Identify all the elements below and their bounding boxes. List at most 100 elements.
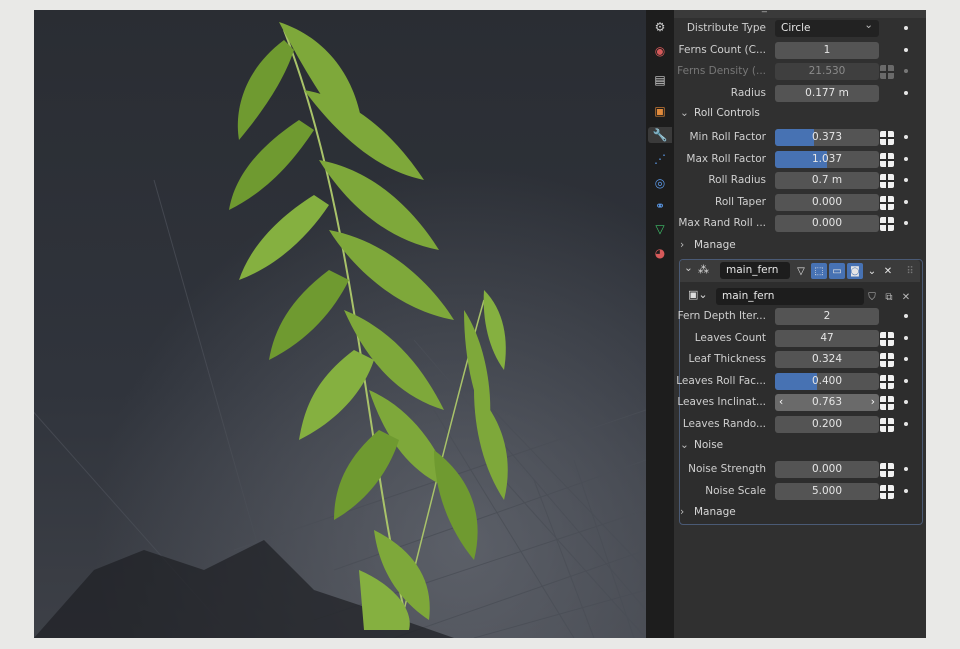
dropdown-icon[interactable]: ⌄	[864, 263, 880, 279]
chevron-down-icon: ⌄	[864, 20, 873, 31]
value-fill	[775, 129, 814, 146]
keyframe-dot-icon[interactable]	[904, 47, 908, 52]
collapse-chevron-icon[interactable]: ⌄	[684, 262, 693, 274]
input-attribute-toggle-icon[interactable]	[880, 152, 894, 167]
keyframe-dot-icon[interactable]	[904, 90, 908, 95]
input-attribute-toggle-icon[interactable]	[880, 374, 894, 389]
noise-header[interactable]: ⌄ Noise	[680, 435, 723, 456]
input-attribute-toggle-icon[interactable]	[880, 131, 894, 145]
distribute-ferns-header[interactable]: distribute_ferns	[674, 10, 926, 18]
keyframe-dot-icon[interactable]	[904, 421, 908, 426]
keyframe-dot-icon[interactable]	[904, 69, 908, 73]
input-attribute-toggle-icon[interactable]	[880, 463, 894, 477]
keyframe-dot-icon[interactable]	[904, 488, 908, 493]
property-number-field[interactable]: 0.000	[775, 193, 879, 211]
keyframe-dot-icon[interactable]	[904, 135, 908, 139]
input-attribute-toggle-icon[interactable]	[880, 417, 894, 432]
keyframe-dot-icon[interactable]	[904, 26, 908, 30]
input-attribute-toggle-icon[interactable]	[880, 484, 894, 499]
duplicate-icon[interactable]: ⧉	[881, 289, 897, 305]
property-label: Distribute Type	[686, 22, 766, 34]
keyframe-dot-icon[interactable]	[904, 178, 908, 182]
input-attribute-toggle-icon[interactable]	[880, 396, 894, 410]
property-value: 0.373	[811, 131, 843, 143]
keyframe-dot-icon[interactable]	[904, 314, 908, 318]
input-attribute-toggle-icon[interactable]	[880, 353, 894, 367]
particles-icon[interactable]: ⋰	[652, 151, 668, 167]
input-attribute-toggle-icon[interactable]	[880, 217, 894, 231]
render-camera-icon[interactable]: ◙	[847, 263, 863, 279]
keyframe-dot-icon[interactable]	[904, 357, 908, 361]
node-tree-icon[interactable]: ▣⌄	[688, 288, 708, 301]
property-number-field[interactable]: 0.000	[775, 215, 879, 232]
keyframe-dot-icon[interactable]	[904, 221, 908, 225]
node-group-field[interactable]: main_fern	[716, 288, 864, 305]
constraints-icon[interactable]: ⚭	[652, 198, 668, 214]
fake-user-shield-icon[interactable]: ⛉	[864, 289, 880, 305]
keyframe-dot-icon[interactable]	[904, 467, 908, 471]
property-label: Leaves Roll Fac...	[676, 374, 766, 387]
property-row: Ferns Count (C... 1	[674, 40, 926, 61]
property-number-field[interactable]: 0.7 m	[775, 172, 879, 189]
property-value: 0.177 m	[805, 86, 849, 99]
output-icon[interactable]: ▤	[652, 72, 668, 88]
edit-mode-icon[interactable]: ▽	[793, 263, 809, 279]
property-number-field[interactable]: 0.324	[775, 351, 879, 368]
render-icon[interactable]: ◉	[652, 43, 668, 59]
property-number-field[interactable]: 1.037	[775, 150, 879, 168]
chevron-down-icon: ⌄	[680, 107, 689, 119]
property-row: Leaves Count 47	[674, 328, 926, 349]
property-label: Leaf Thickness	[688, 353, 767, 365]
property-row: Leaves Rando... 0.200	[674, 414, 926, 435]
modifier-wrench-icon[interactable]: 🔧	[648, 127, 672, 143]
keyframe-dot-icon[interactable]	[904, 378, 908, 383]
property-number-field[interactable]: 21.530	[775, 63, 879, 80]
property-label: Leaves Count	[694, 331, 766, 344]
property-row: Roll Radius 0.7 m	[674, 170, 926, 191]
property-row: Leaves Roll Fac... 0.400	[674, 371, 926, 392]
input-attribute-toggle-icon[interactable]	[880, 65, 894, 79]
keyframe-dot-icon[interactable]	[904, 156, 908, 161]
property-number-field[interactable]: 0.200	[775, 415, 879, 433]
property-dropdown[interactable]: Circle ⌄	[775, 20, 879, 37]
property-row: Max Rand Roll ... 0.000	[674, 213, 926, 234]
property-number-field[interactable]: 0.177 m	[775, 84, 879, 102]
input-attribute-toggle-icon[interactable]	[880, 174, 894, 188]
keyframe-dot-icon[interactable]	[904, 335, 908, 340]
property-value: 47	[820, 331, 834, 344]
properties-tab-bar: ⚙ ◉ ▤ ▣ 🔧 ⋰ ◎ ⚭ ▽ ◕	[646, 10, 674, 638]
tool-icon[interactable]: ⚙	[652, 19, 668, 35]
input-attribute-toggle-icon[interactable]	[880, 331, 894, 346]
physics-icon[interactable]: ◎	[652, 175, 668, 191]
property-number-field[interactable]: 0.373	[775, 129, 879, 146]
cage-icon[interactable]: ⬚	[811, 263, 827, 279]
property-number-field[interactable]: 0.400	[775, 372, 879, 390]
keyframe-dot-icon[interactable]	[904, 400, 908, 404]
object-icon[interactable]: ▣	[652, 103, 668, 119]
node-group-row: ▣⌄ main_fern ⛉ ⧉ ✕	[680, 287, 920, 307]
property-number-field[interactable]: 1	[775, 41, 879, 59]
data-icon[interactable]: ▽	[652, 221, 668, 237]
material-icon[interactable]: ◕	[652, 245, 668, 261]
modifier-name-field[interactable]: main_fern	[720, 262, 790, 279]
close-icon[interactable]: ✕	[880, 263, 896, 279]
property-number-field[interactable]: 0.763 ‹ ›	[775, 394, 879, 411]
increment-arrow-icon[interactable]: ›	[871, 394, 875, 411]
manage-header-top[interactable]: › Manage	[680, 235, 736, 256]
main-fern-header[interactable]: ⌄ ⁂ main_fern ▽ ⬚ ▭ ◙ ⌄ ✕ ⠿	[680, 260, 920, 282]
input-attribute-toggle-icon[interactable]	[880, 195, 894, 210]
property-number-field[interactable]: 5.000	[775, 482, 879, 500]
3d-viewport[interactable]	[34, 10, 646, 638]
property-value: 0.324	[811, 353, 843, 365]
keyframe-dot-icon[interactable]	[904, 199, 908, 204]
property-number-field[interactable]: 0.000	[775, 461, 879, 478]
unlink-close-icon[interactable]: ✕	[898, 289, 914, 305]
property-number-field[interactable]: 47	[775, 329, 879, 347]
drag-handle-icon[interactable]: ⠿	[902, 263, 918, 279]
property-number-field[interactable]: 2	[775, 308, 879, 325]
property-row: Max Roll Factor 1.037	[674, 149, 926, 170]
viewport-display-icon[interactable]: ▭	[829, 263, 845, 279]
roll-controls-header[interactable]: ⌄ Roll Controls	[680, 103, 760, 124]
manage-header-main[interactable]: › Manage	[680, 502, 736, 523]
decrement-arrow-icon[interactable]: ‹	[779, 394, 783, 411]
